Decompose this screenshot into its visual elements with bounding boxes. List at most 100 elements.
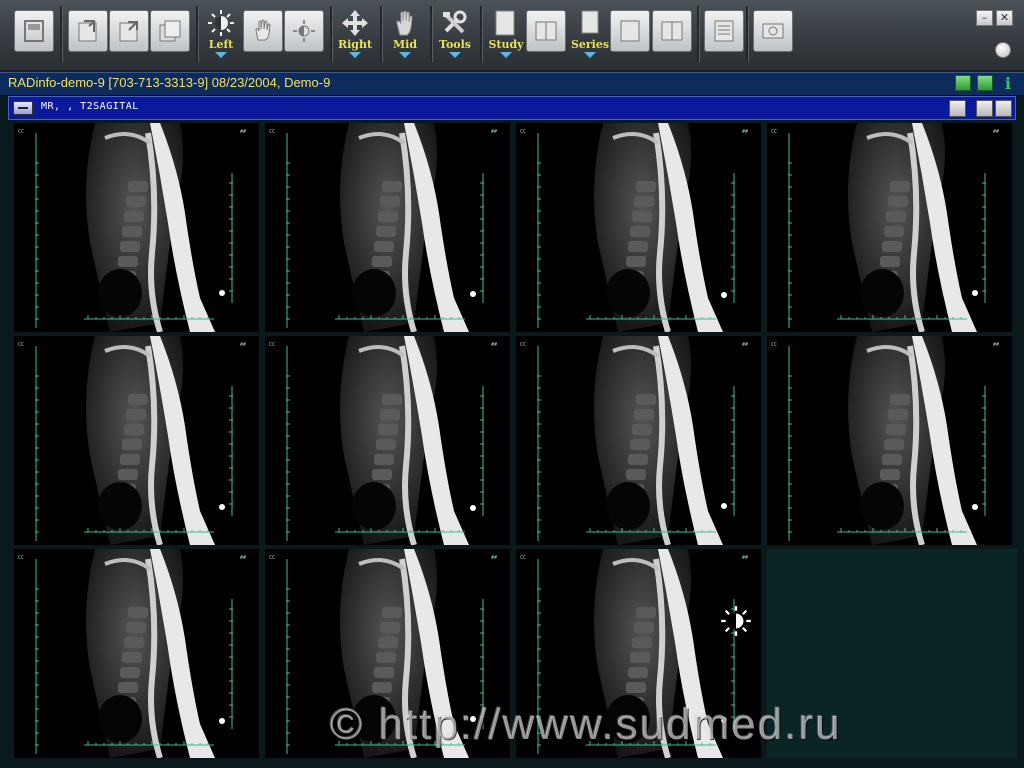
move-icon[interactable] <box>337 8 373 38</box>
svg-text:CC: CC <box>269 129 275 135</box>
svg-text:CC: CC <box>520 129 526 135</box>
mr-slice-image: CC ## <box>265 336 510 545</box>
toolbar-separator <box>480 6 483 62</box>
mr-slice-image: CC ## <box>14 549 259 758</box>
svg-text:##: ## <box>491 555 497 561</box>
info-icon[interactable]: i <box>1000 74 1016 93</box>
export-button[interactable] <box>68 10 108 52</box>
copy-button[interactable] <box>150 10 190 52</box>
svg-text:##: ## <box>240 555 246 561</box>
right-mouse-dropdown[interactable]: Right <box>333 38 377 58</box>
mr-slice-image: CC ## <box>767 336 1012 545</box>
pan-hand-button[interactable] <box>243 10 283 52</box>
layout-single-series-button[interactable] <box>610 10 650 52</box>
chevron-down-icon <box>349 52 361 58</box>
brightness-icon <box>293 20 315 42</box>
series-settings-button[interactable] <box>949 100 966 117</box>
mid-mouse-dropdown[interactable]: Mid <box>383 38 427 58</box>
mr-image-tile[interactable]: CC ## <box>516 123 761 332</box>
svg-text:##: ## <box>742 342 748 348</box>
svg-text:CC: CC <box>18 129 24 135</box>
expand-icon[interactable] <box>955 75 971 91</box>
window-level-cursor-icon <box>720 605 752 637</box>
svg-text:##: ## <box>240 129 246 135</box>
chevron-down-icon <box>584 52 596 58</box>
import-icon <box>119 21 138 42</box>
minimize-button[interactable]: – <box>976 10 993 26</box>
tools-icon[interactable] <box>437 8 473 38</box>
minimize-icon: – <box>981 11 988 24</box>
mr-image-tile[interactable]: CC ## <box>14 549 259 758</box>
image-grid: CC ## CC ## CC ## CC ## CC ## CC ## CC #… <box>14 123 1017 759</box>
image-info-button[interactable] <box>704 10 744 52</box>
series-title: MR, , T2SAGITAL <box>41 101 139 112</box>
toolbar-separator <box>746 6 749 62</box>
layout-2x1-series-button[interactable] <box>652 10 692 52</box>
mr-image-tile[interactable]: CC ## <box>14 336 259 545</box>
svg-text:CC: CC <box>771 129 777 135</box>
mr-image-tile[interactable]: CC ## <box>265 336 510 545</box>
svg-text:CC: CC <box>520 555 526 561</box>
layout-single-button[interactable] <box>14 10 54 52</box>
mr-slice-image: CC ## <box>767 123 1012 332</box>
mr-image-tile[interactable]: CC ## <box>265 123 510 332</box>
close-icon: ✕ <box>999 11 1010 24</box>
svg-text:##: ## <box>742 129 748 135</box>
hand-icon[interactable] <box>387 8 423 38</box>
tools-dropdown[interactable]: Tools <box>433 38 477 58</box>
svg-text:CC: CC <box>18 555 24 561</box>
svg-text:##: ## <box>742 555 748 561</box>
play-icon[interactable] <box>977 75 993 91</box>
toolbar-separator <box>60 6 63 62</box>
toolbar-separator <box>697 6 700 62</box>
mr-slice-image: CC ## <box>265 123 510 332</box>
watermark: © http://www.sudmed.ru <box>330 700 842 749</box>
options-button[interactable] <box>995 42 1011 58</box>
mr-slice-image: CC ## <box>14 336 259 545</box>
close-button[interactable]: ✕ <box>996 10 1013 26</box>
film-icon <box>762 23 784 39</box>
svg-text:##: ## <box>240 342 246 348</box>
svg-text:##: ## <box>491 129 497 135</box>
single-frame-icon <box>24 20 44 42</box>
series-header: MR, , T2SAGITAL <box>8 96 1016 120</box>
series-layout-icon[interactable] <box>572 8 608 38</box>
single-frame-icon <box>620 20 640 42</box>
svg-text:CC: CC <box>269 555 275 561</box>
svg-text:CC: CC <box>771 342 777 348</box>
study-title: RADinfo-demo-9 [703-713-3313-9] 08/23/20… <box>8 75 331 90</box>
svg-text:##: ## <box>993 129 999 135</box>
export-icon <box>78 20 97 42</box>
restore-button[interactable] <box>976 100 993 117</box>
two-column-icon <box>661 21 683 41</box>
hand-icon <box>255 19 271 41</box>
brightness-button[interactable] <box>284 10 324 52</box>
chevron-down-icon <box>449 52 461 58</box>
svg-text:##: ## <box>993 342 999 348</box>
svg-text:CC: CC <box>269 342 275 348</box>
chevron-down-icon <box>500 52 512 58</box>
mr-image-tile[interactable]: CC ## <box>767 123 1012 332</box>
layout-2x1-button[interactable] <box>526 10 566 52</box>
chevron-down-icon <box>399 52 411 58</box>
mr-slice-image: CC ## <box>14 123 259 332</box>
mr-image-tile[interactable]: CC ## <box>767 336 1012 545</box>
svg-text:CC: CC <box>520 342 526 348</box>
maximize-button[interactable] <box>995 100 1012 117</box>
copy-icon <box>159 20 181 42</box>
mr-slice-image: CC ## <box>516 123 761 332</box>
window-level-icon[interactable] <box>203 8 239 38</box>
import-button[interactable] <box>109 10 149 52</box>
study-dropdown[interactable]: Study <box>484 38 528 58</box>
svg-text:##: ## <box>491 342 497 348</box>
left-mouse-dropdown[interactable]: Left <box>199 38 243 58</box>
cine-button[interactable] <box>753 10 793 52</box>
mr-image-tile[interactable]: CC ## <box>14 123 259 332</box>
series-dropdown[interactable]: Series <box>568 38 612 58</box>
mr-image-tile[interactable]: CC ## <box>516 336 761 545</box>
collapse-button[interactable] <box>13 101 33 115</box>
two-column-icon <box>535 21 557 41</box>
main-toolbar: Left Right Mid Tools Study Series – ✕ <box>0 0 1024 72</box>
mr-slice-image: CC ## <box>516 336 761 545</box>
study-layout-icon[interactable] <box>487 8 523 38</box>
